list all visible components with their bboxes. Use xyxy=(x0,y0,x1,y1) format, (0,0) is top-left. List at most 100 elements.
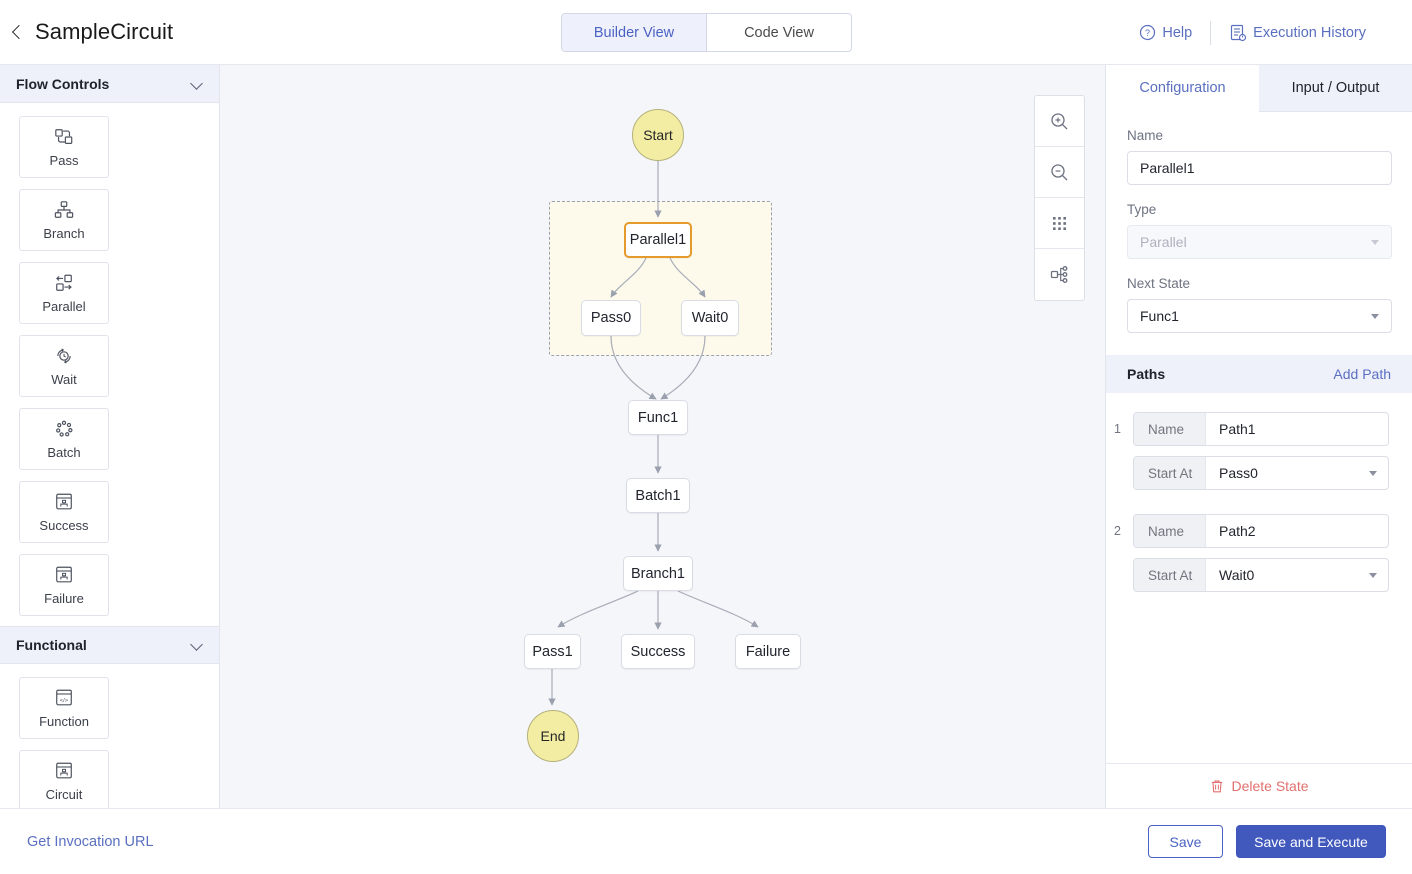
grid-toggle-button[interactable] xyxy=(1035,198,1084,249)
node-label: End xyxy=(541,728,566,744)
path-start-at-select[interactable]: Pass0 xyxy=(1206,457,1388,489)
tool-function[interactable]: </> Function xyxy=(19,677,109,739)
node-failure[interactable]: Failure xyxy=(735,634,801,669)
path-name-value[interactable]: Path1 xyxy=(1206,413,1388,445)
name-input[interactable]: Parallel1 xyxy=(1127,151,1392,185)
tab-builder-view[interactable]: Builder View xyxy=(562,14,706,51)
node-func1[interactable]: Func1 xyxy=(628,400,688,435)
chevron-down-icon[interactable] xyxy=(191,78,203,90)
node-pass0[interactable]: Pass0 xyxy=(581,300,641,336)
tool-label: Function xyxy=(39,714,89,729)
flow-edges xyxy=(220,65,1105,808)
type-label: Type xyxy=(1127,202,1391,217)
node-success[interactable]: Success xyxy=(621,634,695,669)
node-label: Failure xyxy=(746,644,790,660)
circuit-window-icon xyxy=(53,761,75,781)
node-label: Batch1 xyxy=(635,488,680,504)
spacer xyxy=(1127,259,1391,276)
type-select: Parallel xyxy=(1127,225,1392,259)
tab-code-view[interactable]: Code View xyxy=(707,14,851,51)
node-wait0[interactable]: Wait0 xyxy=(681,300,739,336)
top-actions: ? Help Execution History xyxy=(1121,0,1384,65)
tool-failure[interactable]: Failure xyxy=(19,554,109,616)
tool-success[interactable]: Success xyxy=(19,481,109,543)
node-pass1[interactable]: Pass1 xyxy=(524,634,581,669)
zoom-in-button[interactable] xyxy=(1035,96,1084,147)
parallel-icon xyxy=(53,273,75,293)
chevron-down-icon[interactable] xyxy=(1369,573,1377,578)
node-label: Pass0 xyxy=(591,310,631,326)
spacer xyxy=(1127,185,1391,202)
code-window-icon: </> xyxy=(53,688,75,708)
delete-state-button[interactable]: Delete State xyxy=(1106,763,1412,808)
path-index: 2 xyxy=(1114,524,1121,538)
branch-icon xyxy=(53,200,75,220)
chevron-down-icon[interactable] xyxy=(191,639,203,651)
path-start-at-key: Start At xyxy=(1134,457,1206,489)
tool-pass[interactable]: Pass xyxy=(19,116,109,178)
wait-clock-icon xyxy=(53,346,75,366)
tab-configuration[interactable]: Configuration xyxy=(1106,65,1259,112)
batch-icon xyxy=(53,419,75,439)
chevron-down-icon[interactable] xyxy=(1371,314,1379,319)
path-start-at-field[interactable]: Start At Pass0 xyxy=(1133,456,1389,490)
magnifier-plus-icon xyxy=(1049,111,1070,132)
tool-label: Failure xyxy=(44,591,84,606)
path-name-field[interactable]: Name Path2 xyxy=(1133,514,1389,548)
tool-parallel[interactable]: Parallel xyxy=(19,262,109,324)
tool-batch[interactable]: Batch xyxy=(19,408,109,470)
pass-icon xyxy=(53,127,75,147)
chevron-down-icon[interactable] xyxy=(1369,471,1377,476)
next-state-select[interactable]: Func1 xyxy=(1127,299,1392,333)
tool-label: Circuit xyxy=(46,787,83,802)
node-parallel1[interactable]: Parallel1 xyxy=(624,222,692,258)
path-start-at-select[interactable]: Wait0 xyxy=(1206,559,1388,591)
save-and-execute-button[interactable]: Save and Execute xyxy=(1236,825,1386,858)
magnifier-minus-icon xyxy=(1049,162,1070,183)
node-end[interactable]: End xyxy=(527,710,579,762)
chevron-left-icon[interactable] xyxy=(10,25,24,39)
delete-state-label: Delete State xyxy=(1231,778,1308,794)
node-branch1[interactable]: Branch1 xyxy=(623,556,693,591)
footer-bar: Get Invocation URL Save Save and Execute xyxy=(0,808,1412,873)
chevron-down-icon xyxy=(1371,240,1379,245)
section-header-functional[interactable]: Functional xyxy=(0,626,219,664)
flow-canvas[interactable]: Start Parallel1 Pass0 Wait0 Func1 Batch1… xyxy=(220,65,1105,808)
node-layout-icon xyxy=(1049,264,1070,285)
success-window-icon xyxy=(53,492,75,512)
configuration-form: Name Parallel1 Type Parallel Next State … xyxy=(1106,112,1412,333)
page-title: SampleCircuit xyxy=(35,19,173,45)
get-invocation-url-link[interactable]: Get Invocation URL xyxy=(27,809,154,874)
help-button[interactable]: ? Help xyxy=(1121,24,1210,41)
tool-sidebar: Flow Controls Pass Branch xyxy=(0,65,220,808)
add-path-button[interactable]: Add Path xyxy=(1333,366,1391,382)
tool-branch[interactable]: Branch xyxy=(19,189,109,251)
node-label: Branch1 xyxy=(631,566,685,582)
execution-history-button[interactable]: Execution History xyxy=(1211,24,1384,42)
type-value: Parallel xyxy=(1140,234,1187,250)
tool-circuit[interactable]: Circuit xyxy=(19,750,109,808)
zoom-out-button[interactable] xyxy=(1035,147,1084,198)
tool-label: Batch xyxy=(47,445,80,460)
grid-dots-icon xyxy=(1050,214,1069,233)
paths-header: Paths Add Path xyxy=(1106,355,1412,393)
help-circle-icon: ? xyxy=(1139,24,1156,41)
path-name-field[interactable]: Name Path1 xyxy=(1133,412,1389,446)
node-start[interactable]: Start xyxy=(632,109,684,161)
tab-input-output[interactable]: Input / Output xyxy=(1259,65,1412,112)
tool-grid-flow-controls: Pass Branch Parallel xyxy=(0,103,219,626)
section-header-flow-controls[interactable]: Flow Controls xyxy=(0,65,219,103)
tool-wait[interactable]: Wait xyxy=(19,335,109,397)
view-mode-toggle[interactable]: Builder View Code View xyxy=(561,13,852,52)
properties-panel: Configuration Input / Output Name Parall… xyxy=(1105,65,1412,808)
node-batch1[interactable]: Batch1 xyxy=(626,478,690,513)
path-name-value[interactable]: Path2 xyxy=(1206,515,1388,547)
fit-layout-button[interactable] xyxy=(1035,249,1084,300)
path-start-at-field[interactable]: Start At Wait0 xyxy=(1133,558,1389,592)
failure-window-icon xyxy=(53,565,75,585)
top-bar: SampleCircuit Builder View Code View ? H… xyxy=(0,0,1412,65)
breadcrumb[interactable]: SampleCircuit xyxy=(10,19,173,45)
section-title-functional: Functional xyxy=(16,637,87,653)
svg-text:</>: </> xyxy=(60,697,69,703)
save-button[interactable]: Save xyxy=(1148,825,1223,858)
